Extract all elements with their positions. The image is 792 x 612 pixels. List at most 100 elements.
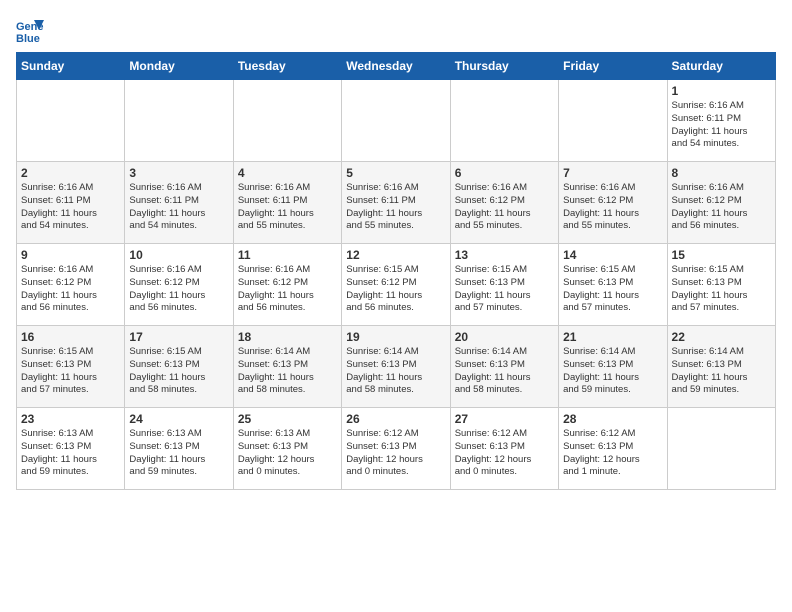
- weekday-header-saturday: Saturday: [667, 53, 775, 80]
- calendar-cell: 24 Sunrise: 6:13 AM Sunset: 6:13 PM Dayli…: [125, 408, 233, 490]
- calendar-cell: 12 Sunrise: 6:15 AM Sunset: 6:12 PM Dayli…: [342, 244, 450, 326]
- day-number: 12: [346, 248, 445, 262]
- calendar-cell: 23 Sunrise: 6:13 AM Sunset: 6:13 PM Dayli…: [17, 408, 125, 490]
- calendar-cell: 14Sunrise: 6:15 AM Sunset: 6:13 PM Dayli…: [559, 244, 667, 326]
- day-number: 18: [238, 330, 337, 344]
- weekday-header-thursday: Thursday: [450, 53, 558, 80]
- calendar-cell: 1Sunrise: 6:16 AM Sunset: 6:11 PM Daylig…: [667, 80, 775, 162]
- day-number: 11: [238, 248, 337, 262]
- day-info: Sunrise: 6:15 AM Sunset: 6:13 PM Dayligh…: [455, 264, 554, 315]
- calendar-header: SundayMondayTuesdayWednesdayThursdayFrid…: [17, 53, 776, 80]
- day-number: 9: [21, 248, 120, 262]
- calendar-table: SundayMondayTuesdayWednesdayThursdayFrid…: [16, 52, 776, 490]
- calendar-body: 1Sunrise: 6:16 AM Sunset: 6:11 PM Daylig…: [17, 80, 776, 490]
- day-number: 23: [21, 412, 120, 426]
- day-number: 13: [455, 248, 554, 262]
- weekday-header-friday: Friday: [559, 53, 667, 80]
- day-info: Sunrise: 6:16 AM Sunset: 6:12 PM Dayligh…: [129, 264, 228, 315]
- calendar-cell: 13 Sunrise: 6:15 AM Sunset: 6:13 PM Dayli…: [450, 244, 558, 326]
- weekday-header-wednesday: Wednesday: [342, 53, 450, 80]
- day-info: Sunrise: 6:15 AM Sunset: 6:13 PM Dayligh…: [672, 264, 771, 315]
- calendar-cell: 7 Sunrise: 6:16 AM Sunset: 6:12 PM Daylig…: [559, 162, 667, 244]
- day-info: Sunrise: 6:16 AM Sunset: 6:11 PM Dayligh…: [21, 182, 120, 233]
- day-info: Sunrise: 6:13 AM Sunset: 6:13 PM Dayligh…: [129, 428, 228, 479]
- calendar-cell: [667, 408, 775, 490]
- day-info: Sunrise: 6:16 AM Sunset: 6:11 PM Dayligh…: [672, 100, 771, 151]
- day-number: 19: [346, 330, 445, 344]
- day-info: Sunrise: 6:13 AM Sunset: 6:13 PM Dayligh…: [238, 428, 337, 479]
- day-number: 2: [21, 166, 120, 180]
- day-info: Sunrise: 6:14 AM Sunset: 6:13 PM Dayligh…: [346, 346, 445, 397]
- day-number: 26: [346, 412, 445, 426]
- calendar-week-3: 9 Sunrise: 6:16 AM Sunset: 6:12 PM Daylig…: [17, 244, 776, 326]
- calendar-cell: 5Sunrise: 6:16 AM Sunset: 6:11 PM Daylig…: [342, 162, 450, 244]
- calendar-cell: [125, 80, 233, 162]
- calendar-cell: 26 Sunrise: 6:12 AM Sunset: 6:13 PM Dayli…: [342, 408, 450, 490]
- day-number: 21: [563, 330, 662, 344]
- day-info: Sunrise: 6:14 AM Sunset: 6:13 PM Dayligh…: [672, 346, 771, 397]
- calendar-cell: 25 Sunrise: 6:13 AM Sunset: 6:13 PM Dayli…: [233, 408, 341, 490]
- day-info: Sunrise: 6:16 AM Sunset: 6:11 PM Dayligh…: [129, 182, 228, 233]
- calendar-cell: 28 Sunrise: 6:12 AM Sunset: 6:13 PM Dayli…: [559, 408, 667, 490]
- calendar-cell: 9 Sunrise: 6:16 AM Sunset: 6:12 PM Daylig…: [17, 244, 125, 326]
- day-info: Sunrise: 6:15 AM Sunset: 6:12 PM Dayligh…: [346, 264, 445, 315]
- calendar-cell: 21 Sunrise: 6:14 AM Sunset: 6:13 PM Dayli…: [559, 326, 667, 408]
- calendar-cell: 8 Sunrise: 6:16 AM Sunset: 6:12 PM Daylig…: [667, 162, 775, 244]
- calendar-week-4: 16 Sunrise: 6:15 AM Sunset: 6:13 PM Dayli…: [17, 326, 776, 408]
- calendar-cell: 4 Sunrise: 6:16 AM Sunset: 6:11 PM Daylig…: [233, 162, 341, 244]
- day-info: Sunrise: 6:12 AM Sunset: 6:13 PM Dayligh…: [346, 428, 445, 479]
- day-number: 20: [455, 330, 554, 344]
- day-number: 7: [563, 166, 662, 180]
- calendar-cell: 2 Sunrise: 6:16 AM Sunset: 6:11 PM Daylig…: [17, 162, 125, 244]
- day-info: Sunrise: 6:14 AM Sunset: 6:13 PM Dayligh…: [563, 346, 662, 397]
- day-info: Sunrise: 6:12 AM Sunset: 6:13 PM Dayligh…: [455, 428, 554, 479]
- calendar-cell: 17Sunrise: 6:15 AM Sunset: 6:13 PM Dayli…: [125, 326, 233, 408]
- day-info: Sunrise: 6:16 AM Sunset: 6:11 PM Dayligh…: [346, 182, 445, 233]
- weekday-header-sunday: Sunday: [17, 53, 125, 80]
- day-number: 24: [129, 412, 228, 426]
- logo-icon: General Blue: [16, 16, 44, 44]
- day-number: 8: [672, 166, 771, 180]
- calendar-cell: 18 Sunrise: 6:14 AM Sunset: 6:13 PM Dayli…: [233, 326, 341, 408]
- day-number: 17: [129, 330, 228, 344]
- day-number: 15: [672, 248, 771, 262]
- day-info: Sunrise: 6:14 AM Sunset: 6:13 PM Dayligh…: [238, 346, 337, 397]
- day-number: 25: [238, 412, 337, 426]
- logo: General Blue: [16, 16, 776, 44]
- day-number: 27: [455, 412, 554, 426]
- weekday-row: SundayMondayTuesdayWednesdayThursdayFrid…: [17, 53, 776, 80]
- weekday-header-tuesday: Tuesday: [233, 53, 341, 80]
- calendar-cell: 16 Sunrise: 6:15 AM Sunset: 6:13 PM Dayli…: [17, 326, 125, 408]
- day-info: Sunrise: 6:13 AM Sunset: 6:13 PM Dayligh…: [21, 428, 120, 479]
- day-number: 3: [129, 166, 228, 180]
- day-info: Sunrise: 6:16 AM Sunset: 6:12 PM Dayligh…: [21, 264, 120, 315]
- top-section: General Blue: [16, 16, 776, 44]
- calendar-cell: [450, 80, 558, 162]
- calendar-cell: 10 Sunrise: 6:16 AM Sunset: 6:12 PM Dayli…: [125, 244, 233, 326]
- day-info: Sunrise: 6:14 AM Sunset: 6:13 PM Dayligh…: [455, 346, 554, 397]
- calendar-cell: 3 Sunrise: 6:16 AM Sunset: 6:11 PM Daylig…: [125, 162, 233, 244]
- day-number: 22: [672, 330, 771, 344]
- day-number: 6: [455, 166, 554, 180]
- calendar-cell: 22 Sunrise: 6:14 AM Sunset: 6:13 PM Dayli…: [667, 326, 775, 408]
- day-number: 28: [563, 412, 662, 426]
- day-number: 4: [238, 166, 337, 180]
- calendar-cell: 15 Sunrise: 6:15 AM Sunset: 6:13 PM Dayli…: [667, 244, 775, 326]
- svg-text:Blue: Blue: [16, 33, 40, 44]
- calendar-cell: 20 Sunrise: 6:14 AM Sunset: 6:13 PM Dayli…: [450, 326, 558, 408]
- day-number: 16: [21, 330, 120, 344]
- day-info: Sunrise: 6:16 AM Sunset: 6:11 PM Dayligh…: [238, 182, 337, 233]
- day-info: Sunrise: 6:16 AM Sunset: 6:12 PM Dayligh…: [672, 182, 771, 233]
- day-number: 10: [129, 248, 228, 262]
- day-info: Sunrise: 6:16 AM Sunset: 6:12 PM Dayligh…: [563, 182, 662, 233]
- calendar-week-1: 1Sunrise: 6:16 AM Sunset: 6:11 PM Daylig…: [17, 80, 776, 162]
- day-info: Sunrise: 6:12 AM Sunset: 6:13 PM Dayligh…: [563, 428, 662, 479]
- calendar-cell: [17, 80, 125, 162]
- calendar-week-5: 23 Sunrise: 6:13 AM Sunset: 6:13 PM Dayli…: [17, 408, 776, 490]
- day-info: Sunrise: 6:16 AM Sunset: 6:12 PM Dayligh…: [238, 264, 337, 315]
- calendar-cell: [559, 80, 667, 162]
- calendar-cell: [342, 80, 450, 162]
- day-info: Sunrise: 6:15 AM Sunset: 6:13 PM Dayligh…: [21, 346, 120, 397]
- calendar-week-2: 2 Sunrise: 6:16 AM Sunset: 6:11 PM Daylig…: [17, 162, 776, 244]
- day-number: 14: [563, 248, 662, 262]
